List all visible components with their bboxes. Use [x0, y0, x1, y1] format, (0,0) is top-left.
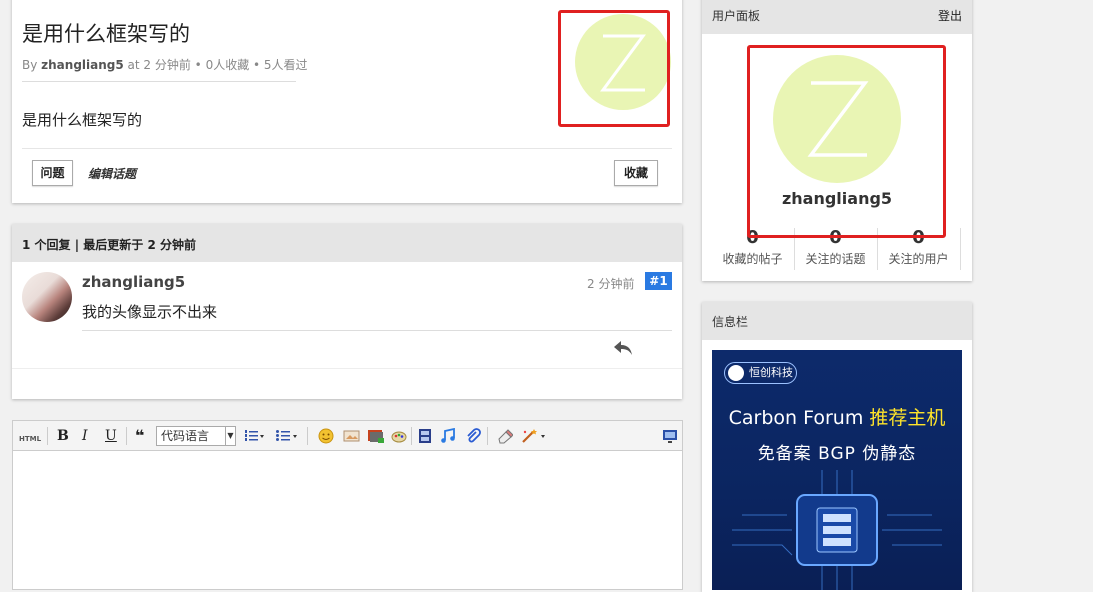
divider — [82, 330, 672, 331]
highlight-box — [747, 45, 946, 238]
unordered-list-icon[interactable] — [275, 428, 299, 448]
logo-icon — [728, 365, 744, 381]
stat-label: 收藏的帖子 — [722, 252, 783, 266]
info-panel: 信息栏 恒创科技 Carbon Forum 推荐主机 免备案 BGP 伪静态 — [702, 302, 972, 592]
reply-username[interactable]: zhangliang5 — [82, 273, 185, 291]
reply-content: 我的头像显示不出来 — [82, 303, 218, 321]
toolbar-separator — [126, 427, 127, 445]
replies-card: 1 个回复 | 最后更新于 2 分钟前 zhangliang5 2 分钟前 #1… — [12, 224, 682, 399]
code-language-value: 代码语言 — [161, 429, 210, 443]
quote-icon[interactable]: ❝ — [135, 428, 144, 444]
image-icon[interactable] — [343, 428, 360, 448]
divider — [12, 368, 682, 369]
edit-topic-link[interactable]: 编辑话题 — [88, 165, 136, 182]
ad-logo: 恒创科技 — [724, 362, 797, 384]
emoticon-icon[interactable] — [318, 428, 334, 448]
underline-button[interactable]: U — [105, 428, 117, 444]
user-panel-header: 用户面板 登出 — [702, 0, 972, 34]
topic-author-link[interactable]: zhangliang5 — [41, 58, 124, 72]
ad-banner[interactable]: 恒创科技 Carbon Forum 推荐主机 免备案 BGP 伪静态 — [712, 350, 962, 590]
editor-toolbar: HTML B I U ❝ 代码语言 ▼ — [13, 421, 682, 451]
ad-subline: 免备案 BGP 伪静态 — [757, 444, 917, 464]
user-panel-title: 用户面板 — [712, 9, 761, 23]
eraser-icon[interactable] — [497, 428, 514, 448]
bold-button[interactable]: B — [57, 428, 69, 444]
ad-headline-highlight: 推荐主机 — [869, 407, 946, 429]
reply-time: 2 分钟前 — [587, 277, 635, 291]
logout-link[interactable]: 登出 — [938, 7, 962, 24]
topic-card: 是用什么框架写的 By zhangliang5 at 2 分钟前 • 0人收藏 … — [12, 0, 682, 203]
reply-avatar[interactable] — [22, 272, 72, 322]
code-language-select[interactable]: 代码语言 ▼ — [156, 426, 236, 446]
favorite-button[interactable]: 收藏 — [614, 160, 658, 186]
magic-wand-icon[interactable] — [521, 428, 547, 448]
user-panel: 用户面板 登出 zhangliang5 0 收藏的帖子 0 关注的话题 0 关注… — [702, 0, 972, 281]
toolbar-separator — [487, 427, 488, 445]
stat-label: 关注的用户 — [888, 252, 949, 266]
attachment-icon[interactable] — [465, 428, 481, 448]
ad-logo-text: 恒创科技 — [749, 366, 793, 379]
ordered-list-icon[interactable] — [244, 428, 266, 448]
toolbar-separator — [47, 427, 48, 445]
gallery-icon[interactable] — [367, 428, 385, 448]
info-panel-title: 信息栏 — [712, 315, 749, 329]
topic-meta-prefix: By — [22, 58, 42, 72]
video-icon[interactable] — [418, 428, 432, 448]
music-icon[interactable] — [440, 427, 456, 448]
server-chip-icon — [732, 470, 942, 590]
reply-editor[interactable]: HTML B I U ❝ 代码语言 ▼ — [12, 420, 683, 590]
toolbar-separator — [411, 427, 412, 445]
scrawl-icon[interactable] — [391, 428, 408, 448]
reply-floor-badge[interactable]: #1 — [645, 272, 672, 290]
stat-label: 关注的话题 — [805, 252, 866, 266]
topic-body: 是用什么框架写的 — [22, 111, 143, 129]
ad-headline-prefix: Carbon Forum — [728, 407, 870, 429]
ad-headline: Carbon Forum 推荐主机 — [712, 403, 962, 430]
chevron-down-icon: ▼ — [225, 427, 235, 445]
italic-button[interactable]: I — [82, 428, 88, 444]
fullscreen-icon[interactable] — [662, 428, 678, 448]
replies-header: 1 个回复 | 最后更新于 2 分钟前 — [12, 224, 682, 262]
divider — [22, 148, 672, 149]
html-source-button[interactable]: HTML — [19, 431, 41, 447]
topic-meta-suffix: at 2 分钟前 • 0人收藏 • 5人看过 — [123, 58, 308, 72]
editor-content-area[interactable] — [13, 452, 682, 591]
toolbar-separator — [307, 427, 308, 445]
highlight-box — [558, 10, 670, 127]
reply-icon[interactable] — [612, 338, 634, 362]
topic-title: 是用什么框架写的 — [22, 22, 190, 46]
topic-meta: By zhangliang5 at 2 分钟前 • 0人收藏 • 5人看过 — [22, 56, 308, 82]
info-panel-header: 信息栏 — [702, 302, 972, 340]
tag-button[interactable]: 问题 — [32, 160, 73, 186]
